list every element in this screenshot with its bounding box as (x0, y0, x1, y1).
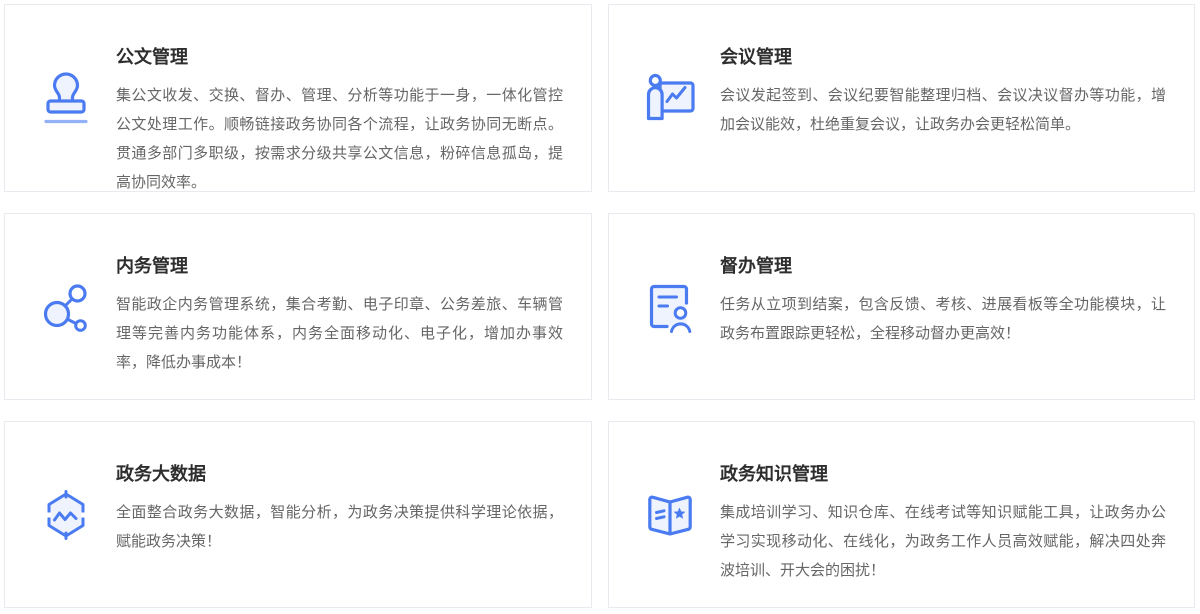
card-title: 公文管理 (116, 45, 563, 69)
feature-card-grid: 公文管理 集公文收发、交换、督办、管理、分析等功能于一身，一体化管控公文处理工作… (0, 0, 1200, 614)
card-text: 内务管理 智能政企内务管理系统，集合考勤、电子印章、公务差旅、车辆管理等完善内务… (116, 214, 563, 377)
card-title: 督办管理 (720, 254, 1166, 278)
card-description: 会议发起签到、会议纪要智能整理归档、会议决议督办等功能，增加会议能效，杜绝重复会… (720, 81, 1166, 139)
molecule-nodes-icon (39, 277, 93, 337)
card-supervision-management[interactable]: 督办管理 任务从立项到结案，包含反馈、考核、进展看板等全功能模块，让政务布置跟踪… (608, 213, 1195, 400)
hexagon-wave-icon (39, 485, 93, 545)
card-internal-affairs-management[interactable]: 内务管理 智能政企内务管理系统，集合考勤、电子印章、公务差旅、车辆管理等完善内务… (4, 213, 592, 400)
card-title: 政务知识管理 (720, 462, 1166, 486)
card-description: 集公文收发、交换、督办、管理、分析等功能于一身，一体化管控公文处理工作。顺畅链接… (116, 81, 563, 197)
card-title: 会议管理 (720, 45, 1166, 69)
card-text: 公文管理 集公文收发、交换、督办、管理、分析等功能于一身，一体化管控公文处理工作… (116, 5, 563, 197)
card-meeting-management[interactable]: 会议管理 会议发起签到、会议纪要智能整理归档、会议决议督办等功能，增加会议能效，… (608, 4, 1195, 192)
card-text: 政务知识管理 集成培训学习、知识仓库、在线考试等知识赋能工具，让政务办公学习实现… (720, 422, 1166, 585)
document-person-icon (643, 277, 697, 337)
card-text: 督办管理 任务从立项到结案，包含反馈、考核、进展看板等全功能模块，让政务布置跟踪… (720, 214, 1166, 348)
stamp-icon (39, 68, 93, 128)
card-government-knowledge-management[interactable]: 政务知识管理 集成培训学习、知识仓库、在线考试等知识赋能工具，让政务办公学习实现… (608, 421, 1195, 608)
card-description: 全面整合政务大数据，智能分析，为政务决策提供科学理论依据，赋能政务决策！ (116, 498, 563, 556)
presentation-chart-icon (643, 68, 697, 128)
card-text: 会议管理 会议发起签到、会议纪要智能整理归档、会议决议督办等功能，增加会议能效，… (720, 5, 1166, 139)
card-description: 智能政企内务管理系统，集合考勤、电子印章、公务差旅、车辆管理等完善内务功能体系，… (116, 290, 563, 377)
card-description: 集成培训学习、知识仓库、在线考试等知识赋能工具，让政务办公学习实现移动化、在线化… (720, 498, 1166, 585)
card-title: 内务管理 (116, 254, 563, 278)
card-title: 政务大数据 (116, 462, 563, 486)
card-text: 政务大数据 全面整合政务大数据，智能分析，为政务决策提供科学理论依据，赋能政务决… (116, 422, 563, 556)
card-government-big-data[interactable]: 政务大数据 全面整合政务大数据，智能分析，为政务决策提供科学理论依据，赋能政务决… (4, 421, 592, 608)
card-document-management[interactable]: 公文管理 集公文收发、交换、督办、管理、分析等功能于一身，一体化管控公文处理工作… (4, 4, 592, 192)
open-book-star-icon (643, 485, 697, 545)
card-description: 任务从立项到结案，包含反馈、考核、进展看板等全功能模块，让政务布置跟踪更轻松，全… (720, 290, 1166, 348)
